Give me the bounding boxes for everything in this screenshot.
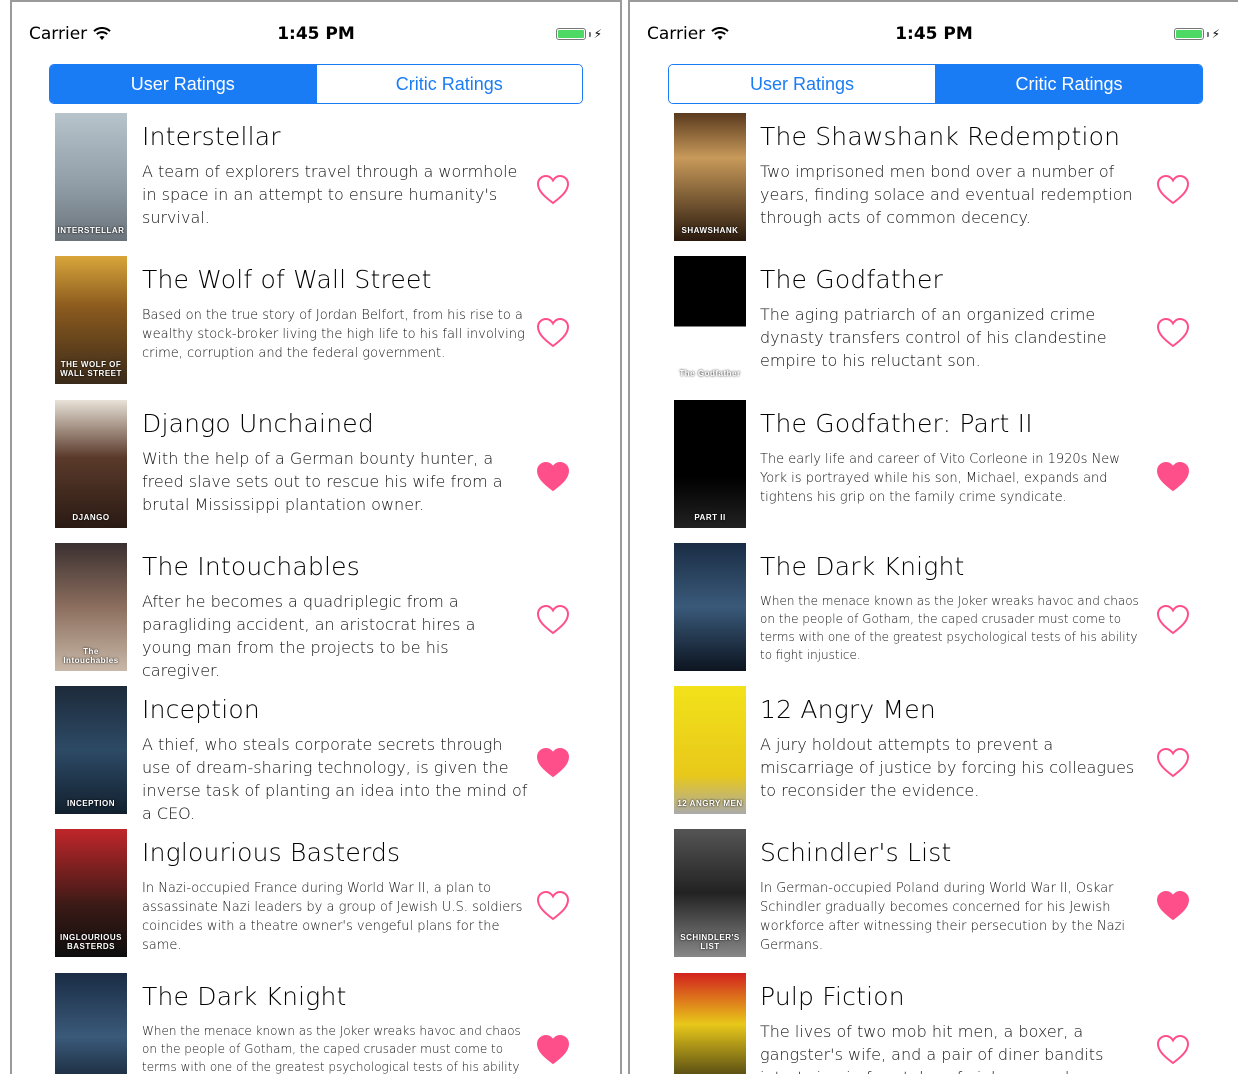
movie-poster: 12 ANGRY MEN bbox=[674, 686, 746, 815]
movie-title: The Wolf of Wall Street bbox=[142, 265, 432, 295]
phone-screen-user-ratings: Carrier 1:45 PM ⚡ User Ratings Critic Rating… bbox=[10, 0, 622, 1074]
movie-row[interactable]: DJANGO Django Unchained With the help of a… bbox=[12, 397, 620, 540]
movie-poster: THE WOLF OF WALL STREET bbox=[55, 256, 127, 385]
movie-description: In German-occupied Poland during World W… bbox=[760, 881, 1126, 954]
movie-title: Interstellar bbox=[142, 122, 281, 151]
movie-row[interactable]: 12 ANGRY MEN 12 Angry Men A jury holdout a… bbox=[630, 683, 1238, 826]
poster-title: The Intouchables bbox=[63, 646, 119, 665]
movie-poster bbox=[674, 542, 746, 671]
phone-screen-critic-ratings: Carrier 1:45 PM ⚡ User Ratings Critic Rating… bbox=[628, 0, 1238, 1074]
favorite-heart-icon[interactable] bbox=[536, 890, 570, 922]
movie-description: When the menace known as the Joker wreak… bbox=[142, 1023, 521, 1074]
movie-poster: SHAWSHANK bbox=[674, 113, 746, 241]
movie-row[interactable]: The Godfather The Godfather The aging patr… bbox=[630, 253, 1238, 396]
movie-row[interactable]: PART II The Godfather: Part II The early l… bbox=[630, 397, 1238, 540]
poster-title: INCEPTION bbox=[66, 799, 116, 809]
favorite-heart-icon[interactable] bbox=[1156, 747, 1190, 779]
favorite-heart-icon[interactable] bbox=[536, 1034, 570, 1066]
movie-title: The Shawshank Redemption bbox=[760, 122, 1121, 151]
movie-row[interactable]: INCEPTION Inception A thief, who steals co… bbox=[12, 683, 620, 826]
movie-poster: SCHINDLER'S LIST bbox=[674, 829, 746, 958]
movie-description: The aging patriarch of an organized crim… bbox=[760, 305, 1107, 371]
poster-title: SHAWSHANK bbox=[681, 226, 739, 235]
movie-description: Based on the true story of Jordan Belfor… bbox=[142, 308, 525, 362]
movie-row[interactable]: PULP FICTION Pulp Fiction The lives of two… bbox=[630, 970, 1238, 1074]
tab-user-ratings[interactable]: User Ratings bbox=[50, 65, 316, 103]
poster-title: PART II bbox=[694, 512, 726, 522]
status-time: 1:45 PM bbox=[277, 24, 355, 44]
ratings-segmented-control: User Ratings Critic Ratings bbox=[49, 64, 583, 104]
poster-title: INGLOURIOUS BASTERDS bbox=[60, 933, 122, 952]
movie-title: The Dark Knight bbox=[760, 551, 965, 581]
status-bar: Carrier 1:45 PM ⚡ bbox=[630, 2, 1238, 50]
favorite-heart-icon[interactable] bbox=[1156, 890, 1190, 922]
movie-row[interactable]: SCHINDLER'S LIST Schindler's List In Germa… bbox=[630, 826, 1238, 969]
movie-title: The Dark Knight bbox=[142, 981, 347, 1011]
favorite-heart-icon[interactable] bbox=[1156, 317, 1190, 349]
movie-description: When the menace known as the Joker wreak… bbox=[760, 593, 1139, 662]
favorite-heart-icon[interactable] bbox=[536, 461, 570, 493]
movie-list[interactable]: INTERSTELLAR Interstellar A team of explor… bbox=[12, 110, 620, 1074]
tab-critic-ratings[interactable]: Critic Ratings bbox=[315, 65, 582, 103]
movie-row[interactable]: INTERSTELLAR Interstellar A team of explor… bbox=[12, 110, 620, 253]
favorite-heart-icon[interactable] bbox=[536, 317, 570, 349]
movie-poster: INTERSTELLAR bbox=[55, 113, 127, 241]
tab-user-ratings[interactable]: User Ratings bbox=[669, 65, 935, 103]
poster-title: THE WOLF OF WALL STREET bbox=[60, 360, 122, 379]
movie-row[interactable]: The Dark Knight When the menace known as … bbox=[12, 970, 620, 1074]
movie-row[interactable]: THE WOLF OF WALL STREET The Wolf of Wall … bbox=[12, 253, 620, 396]
movie-poster: PULP FICTION bbox=[674, 972, 746, 1074]
movie-title: The Godfather: Part II bbox=[760, 408, 1033, 438]
favorite-heart-icon[interactable] bbox=[1156, 604, 1190, 636]
movie-description: In Nazi-occupied France during World War… bbox=[142, 881, 523, 954]
movie-row[interactable]: SHAWSHANK The Shawshank Redemption Two imp… bbox=[630, 110, 1238, 253]
movie-row[interactable]: The Dark Knight When the menace known as … bbox=[630, 540, 1238, 683]
movie-description: A jury holdout attempts to prevent a mis… bbox=[760, 735, 1135, 801]
movie-title: Pulp Fiction bbox=[760, 981, 905, 1011]
movie-title: The Intouchables bbox=[142, 551, 360, 581]
movie-title: 12 Angry Men bbox=[760, 695, 936, 725]
movie-description: The early life and career of Vito Corleo… bbox=[760, 451, 1120, 505]
movie-description: With the help of a German bounty hunter,… bbox=[142, 448, 503, 514]
movie-title: Inglourious Basterds bbox=[142, 838, 401, 868]
charging-bolt-icon: ⚡ bbox=[593, 27, 602, 41]
movie-poster: PART II bbox=[674, 399, 746, 528]
movie-poster bbox=[55, 972, 127, 1074]
movie-title: Schindler's List bbox=[760, 838, 952, 868]
battery-icon: ⚡ bbox=[1173, 27, 1220, 41]
favorite-heart-icon[interactable] bbox=[536, 604, 570, 636]
movie-poster: The Godfather bbox=[674, 256, 746, 385]
movie-description: Two imprisoned men bond over a number of… bbox=[760, 162, 1133, 227]
poster-title: SCHINDLER'S LIST bbox=[680, 933, 740, 952]
favorite-heart-icon[interactable] bbox=[1156, 174, 1190, 206]
poster-title: The Godfather bbox=[679, 369, 741, 379]
favorite-heart-icon[interactable] bbox=[536, 747, 570, 779]
movie-list[interactable]: SHAWSHANK The Shawshank Redemption Two imp… bbox=[630, 110, 1238, 1074]
movie-poster: INCEPTION bbox=[55, 686, 127, 815]
charging-bolt-icon: ⚡ bbox=[1211, 27, 1220, 41]
movie-title: The Godfather bbox=[760, 265, 944, 295]
movie-row[interactable]: The Intouchables The Intouchables After he… bbox=[12, 540, 620, 683]
movie-title: Django Unchained bbox=[142, 408, 374, 438]
ratings-segmented-control: User Ratings Critic Ratings bbox=[668, 64, 1203, 104]
favorite-heart-icon[interactable] bbox=[536, 174, 570, 206]
favorite-heart-icon[interactable] bbox=[1156, 461, 1190, 493]
movie-poster: The Intouchables bbox=[55, 542, 127, 671]
poster-title: 12 ANGRY MEN bbox=[677, 799, 743, 809]
poster-title: INTERSTELLAR bbox=[57, 226, 125, 235]
status-time: 1:45 PM bbox=[895, 24, 973, 44]
status-bar: Carrier 1:45 PM ⚡ bbox=[12, 2, 620, 50]
movie-row[interactable]: INGLOURIOUS BASTERDS Inglourious Basterds… bbox=[12, 826, 620, 969]
movie-poster: DJANGO bbox=[55, 399, 127, 528]
battery-icon: ⚡ bbox=[555, 27, 602, 41]
favorite-heart-icon[interactable] bbox=[1156, 1034, 1190, 1066]
movie-title: Inception bbox=[142, 695, 260, 725]
movie-description: A team of explorers travel through a wor… bbox=[142, 162, 518, 227]
movie-description: After he becomes a quadriplegic from a p… bbox=[142, 591, 476, 680]
movie-description: A thief, who steals corporate secrets th… bbox=[142, 735, 528, 824]
movie-description: The lives of two mob hit men, a boxer, a… bbox=[760, 1021, 1104, 1074]
tab-critic-ratings[interactable]: Critic Ratings bbox=[935, 65, 1202, 103]
poster-title: DJANGO bbox=[72, 512, 110, 522]
movie-poster: INGLOURIOUS BASTERDS bbox=[55, 829, 127, 958]
